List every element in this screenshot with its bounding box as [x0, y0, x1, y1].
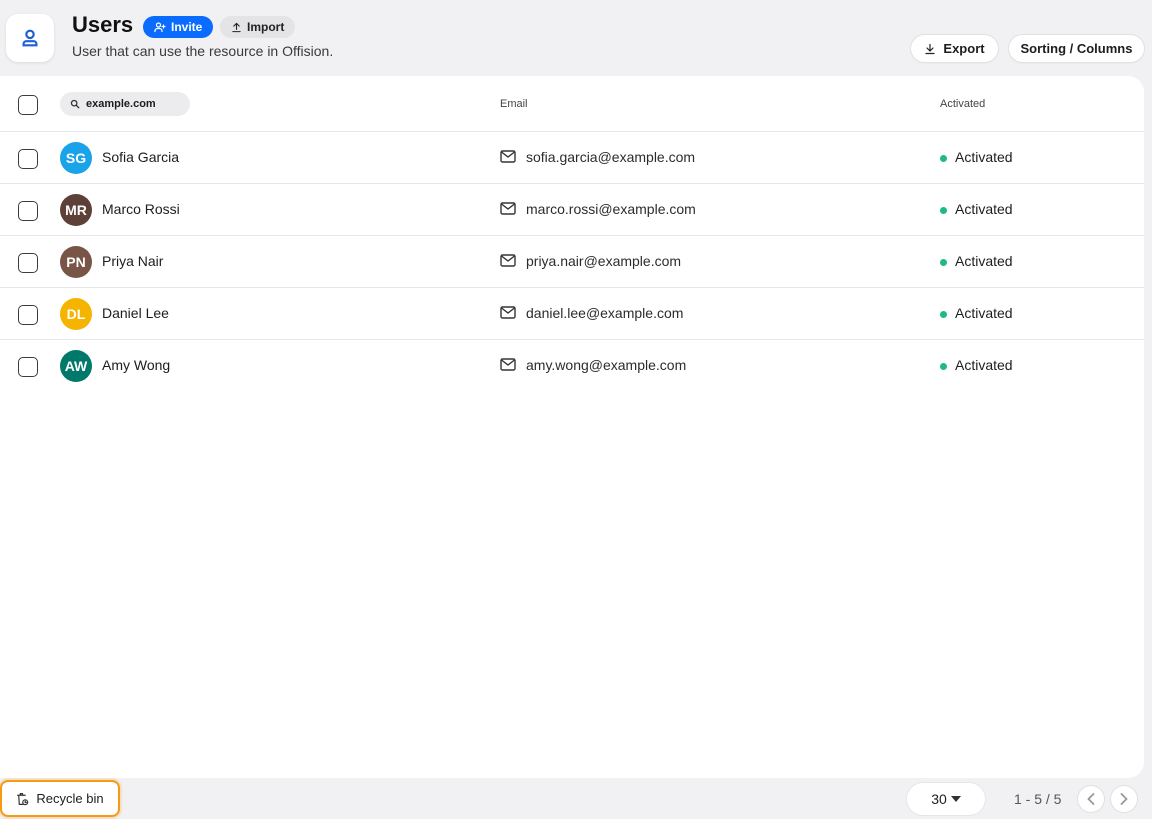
- invite-button[interactable]: Invite: [143, 16, 214, 38]
- status-dot: [940, 259, 947, 266]
- upload-icon: [232, 22, 241, 32]
- user-icon: [22, 29, 38, 47]
- status-dot: [940, 207, 947, 214]
- status-dot: [940, 363, 947, 370]
- table-row[interactable]: PN Priya Nair priya.nair@example.com Act…: [0, 236, 1144, 288]
- recycle-bin-label: Recycle bin: [36, 791, 104, 806]
- status-label: Activated: [955, 305, 1013, 321]
- user-email: sofia.garcia@example.com: [526, 149, 696, 165]
- mail-icon: [500, 254, 516, 267]
- invite-label: Invite: [171, 20, 203, 34]
- import-label: Import: [247, 20, 285, 34]
- status-label: Activated: [955, 357, 1013, 373]
- mail-icon: [500, 358, 516, 371]
- avatar: MR: [60, 194, 92, 226]
- mail-icon: [500, 306, 516, 319]
- mail-icon: [500, 202, 516, 215]
- chevron-left-icon: [1087, 793, 1095, 805]
- next-page-button[interactable]: [1111, 786, 1137, 812]
- export-button[interactable]: Export: [911, 35, 998, 62]
- user-email: amy.wong@example.com: [526, 357, 687, 373]
- avatar: AW: [60, 350, 92, 382]
- row-checkbox[interactable]: [18, 149, 38, 169]
- table-row[interactable]: AW Amy Wong amy.wong@example.com Activat…: [0, 340, 1144, 392]
- table-row[interactable]: SG Sofia Garcia sofia.garcia@example.com…: [0, 132, 1144, 184]
- sorting-columns-label: Sorting / Columns: [1020, 41, 1133, 56]
- user-name[interactable]: Priya Nair: [102, 253, 163, 269]
- page-header: Users User that can use the resource in …: [0, 0, 1152, 76]
- status-dot: [940, 311, 947, 318]
- previous-page-button[interactable]: [1078, 786, 1104, 812]
- page-title: Users: [72, 12, 134, 37]
- avatar: DL: [60, 298, 92, 330]
- user-name[interactable]: Sofia Garcia: [102, 149, 179, 165]
- users-app-icon: [6, 14, 54, 62]
- search-icon: [70, 99, 80, 109]
- activated-column-header[interactable]: Activated: [940, 98, 985, 110]
- user-email: priya.nair@example.com: [526, 253, 682, 269]
- row-checkbox[interactable]: [18, 201, 38, 221]
- user-name[interactable]: Marco Rossi: [102, 201, 180, 217]
- page-subtitle: User that can use the resource in Offisi…: [72, 43, 334, 59]
- user-name[interactable]: Daniel Lee: [102, 305, 169, 321]
- status-dot: [940, 155, 947, 162]
- row-checkbox[interactable]: [18, 357, 38, 377]
- table-header: Email Activated: [0, 76, 1144, 132]
- download-icon: [925, 43, 936, 54]
- avatar: SG: [60, 142, 92, 174]
- rows-per-page-select[interactable]: 30: [907, 783, 985, 815]
- row-checkbox[interactable]: [18, 253, 38, 273]
- search-input[interactable]: [86, 98, 182, 110]
- caret-down-icon: [950, 796, 961, 802]
- select-all-checkbox[interactable]: [18, 95, 38, 115]
- pagination-range: 1 - 5 / 5: [1014, 791, 1062, 807]
- recycle-bin-button[interactable]: Recycle bin: [0, 780, 120, 817]
- table-row[interactable]: MR Marco Rossi marco.rossi@example.com A…: [0, 184, 1144, 236]
- user-email: daniel.lee@example.com: [526, 305, 684, 321]
- status-label: Activated: [955, 149, 1013, 165]
- user-plus-icon: [154, 22, 166, 33]
- row-checkbox[interactable]: [18, 305, 38, 325]
- export-label: Export: [943, 41, 985, 56]
- users-table: Email Activated SG Sofia Garcia sofia.ga…: [0, 76, 1144, 778]
- avatar: PN: [60, 246, 92, 278]
- chevron-right-icon: [1120, 793, 1128, 805]
- trash-icon: [17, 792, 29, 805]
- table-row[interactable]: DL Daniel Lee daniel.lee@example.com Act…: [0, 288, 1144, 340]
- mail-icon: [500, 150, 516, 163]
- user-email: marco.rossi@example.com: [526, 201, 696, 217]
- email-column-header[interactable]: Email: [500, 98, 528, 110]
- user-name[interactable]: Amy Wong: [102, 357, 170, 373]
- sorting-columns-button[interactable]: Sorting / Columns: [1009, 35, 1144, 62]
- status-label: Activated: [955, 201, 1013, 217]
- status-label: Activated: [955, 253, 1013, 269]
- import-button[interactable]: Import: [220, 16, 296, 38]
- rows-per-page-value: 30: [931, 791, 947, 807]
- search-field[interactable]: [60, 92, 190, 116]
